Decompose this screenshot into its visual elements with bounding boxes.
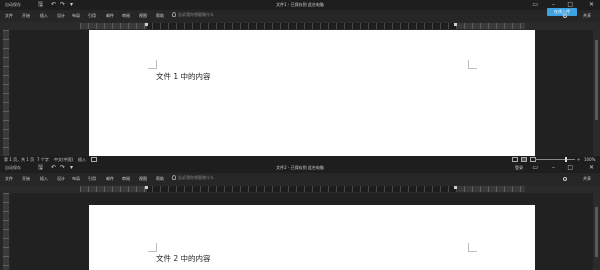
- tab-file[interactable]: 文件: [5, 13, 13, 19]
- title-bar: 自动保存 🖫 ↶ ↷ ▾ 文件1 - 已保存到 此台电脑 ▭ – □ ✕: [0, 0, 600, 10]
- maximize-icon[interactable]: □: [567, 163, 573, 172]
- macro-record-icon[interactable]: [91, 157, 97, 162]
- tab-file[interactable]: 文件: [5, 176, 13, 182]
- ribbon-display-icon[interactable]: ▭: [532, 0, 538, 9]
- ribbon-display-icon[interactable]: ▭: [532, 163, 538, 172]
- vertical-ruler: [3, 193, 9, 270]
- ribbon-tabs: 文件 开始 插入 设计 布局 引用 邮件 审阅 视图 帮助 告诉我你想要做什么 …: [0, 8, 600, 22]
- tab-review[interactable]: 审阅: [122, 176, 130, 182]
- horizontal-ruler: [0, 22, 600, 30]
- share-button[interactable]: 共享: [583, 13, 591, 19]
- zoom-slider-thumb[interactable]: [565, 157, 567, 162]
- tell-me-box[interactable]: 告诉我你想要做什么: [178, 175, 214, 181]
- document-page[interactable]: 文件 2 中的内容: [89, 205, 535, 270]
- vertical-scrollbar[interactable]: [593, 193, 600, 270]
- tab-help[interactable]: 帮助: [156, 176, 164, 182]
- read-mode-icon[interactable]: [512, 157, 518, 162]
- window-title: 文件2 - 已保存到 此台电脑: [276, 165, 324, 170]
- horizontal-ruler: [0, 185, 600, 193]
- left-indent-marker[interactable]: [145, 23, 148, 26]
- vertical-ruler-ticks: [3, 30, 9, 156]
- scrollbar-thumb[interactable]: [595, 40, 598, 120]
- ruler-track: [80, 186, 525, 192]
- right-indent-marker[interactable]: [454, 186, 457, 189]
- ribbon-tabs: 文件 开始 插入 设计 布局 引用 邮件 审阅 视图 帮助 告诉我你想要做什么 …: [0, 173, 600, 185]
- window-title: 文件1 - 已保存到 此台电脑: [276, 2, 324, 7]
- tab-mailings[interactable]: 邮件: [106, 176, 114, 182]
- left-indent-marker[interactable]: [145, 186, 148, 189]
- word-window-2: 自动保存 🖫 ↶ ↷ ▾ 文件2 - 已保存到 此台电脑 登录 ▭ – □ ✕ …: [0, 163, 600, 270]
- tab-mailings[interactable]: 邮件: [106, 13, 114, 19]
- minimize-icon[interactable]: –: [552, 163, 555, 172]
- ruler-track: [80, 23, 525, 29]
- bulb-icon: [172, 175, 176, 180]
- margin-corner-mark: [148, 243, 157, 252]
- tab-review[interactable]: 审阅: [122, 13, 130, 19]
- tab-help[interactable]: 帮助: [156, 13, 164, 19]
- tab-insert[interactable]: 插入: [40, 176, 48, 182]
- tab-home[interactable]: 开始: [22, 176, 30, 182]
- margin-corner-mark: [468, 60, 477, 69]
- document-canvas: 文件 2 中的内容: [10, 193, 600, 270]
- margin-corner-mark: [468, 243, 477, 252]
- vertical-ruler-ticks: [3, 193, 9, 270]
- bulb-icon: [172, 12, 176, 17]
- tab-design[interactable]: 设计: [57, 13, 65, 19]
- close-icon[interactable]: ✕: [589, 0, 594, 9]
- margin-corner-mark: [148, 60, 157, 69]
- vertical-scrollbar[interactable]: [593, 30, 600, 156]
- tab-references[interactable]: 引用: [88, 176, 96, 182]
- tab-references[interactable]: 引用: [88, 13, 96, 19]
- tab-view[interactable]: 视图: [139, 13, 147, 19]
- tab-design[interactable]: 设计: [57, 176, 65, 182]
- document-body-text[interactable]: 文件 1 中的内容: [156, 71, 211, 82]
- document-canvas: 文件 1 中的内容: [10, 30, 600, 156]
- close-icon[interactable]: ✕: [589, 163, 594, 172]
- vertical-ruler: [3, 30, 9, 156]
- tab-layout[interactable]: 布局: [72, 176, 80, 182]
- document-body-text[interactable]: 文件 2 中的内容: [156, 253, 211, 264]
- share-icon[interactable]: [563, 177, 567, 181]
- tab-view[interactable]: 视图: [139, 176, 147, 182]
- tab-insert[interactable]: 插入: [40, 13, 48, 19]
- document-page[interactable]: 文件 1 中的内容: [89, 30, 535, 156]
- right-indent-marker[interactable]: [454, 23, 457, 26]
- zoom-slider[interactable]: [535, 159, 575, 160]
- zoom-level[interactable]: 100%: [584, 157, 595, 162]
- tab-home[interactable]: 开始: [22, 13, 30, 19]
- status-bar: 第 1 页，共 1 页 7 个字 中文(中国) 插入 − + 100%: [0, 156, 600, 163]
- word-window-1: 自动保存 🖫 ↶ ↷ ▾ 文件1 - 已保存到 此台电脑 ▭ – □ ✕ 文件 …: [0, 0, 600, 163]
- tab-layout[interactable]: 布局: [72, 13, 80, 19]
- print-layout-icon[interactable]: [521, 157, 527, 162]
- tell-me-box[interactable]: 告诉我你想要做什么: [178, 12, 214, 18]
- title-bar: 自动保存 🖫 ↶ ↷ ▾ 文件2 - 已保存到 此台电脑 登录 ▭ – □ ✕: [0, 163, 600, 173]
- sign-in-link[interactable]: 登录: [515, 165, 523, 171]
- online-upload-button[interactable]: 在线上传: [547, 8, 577, 16]
- share-button[interactable]: 共享: [583, 176, 591, 182]
- zoom-in-icon[interactable]: +: [577, 157, 580, 162]
- share-icon[interactable]: [563, 14, 567, 18]
- scrollbar-thumb[interactable]: [595, 207, 598, 257]
